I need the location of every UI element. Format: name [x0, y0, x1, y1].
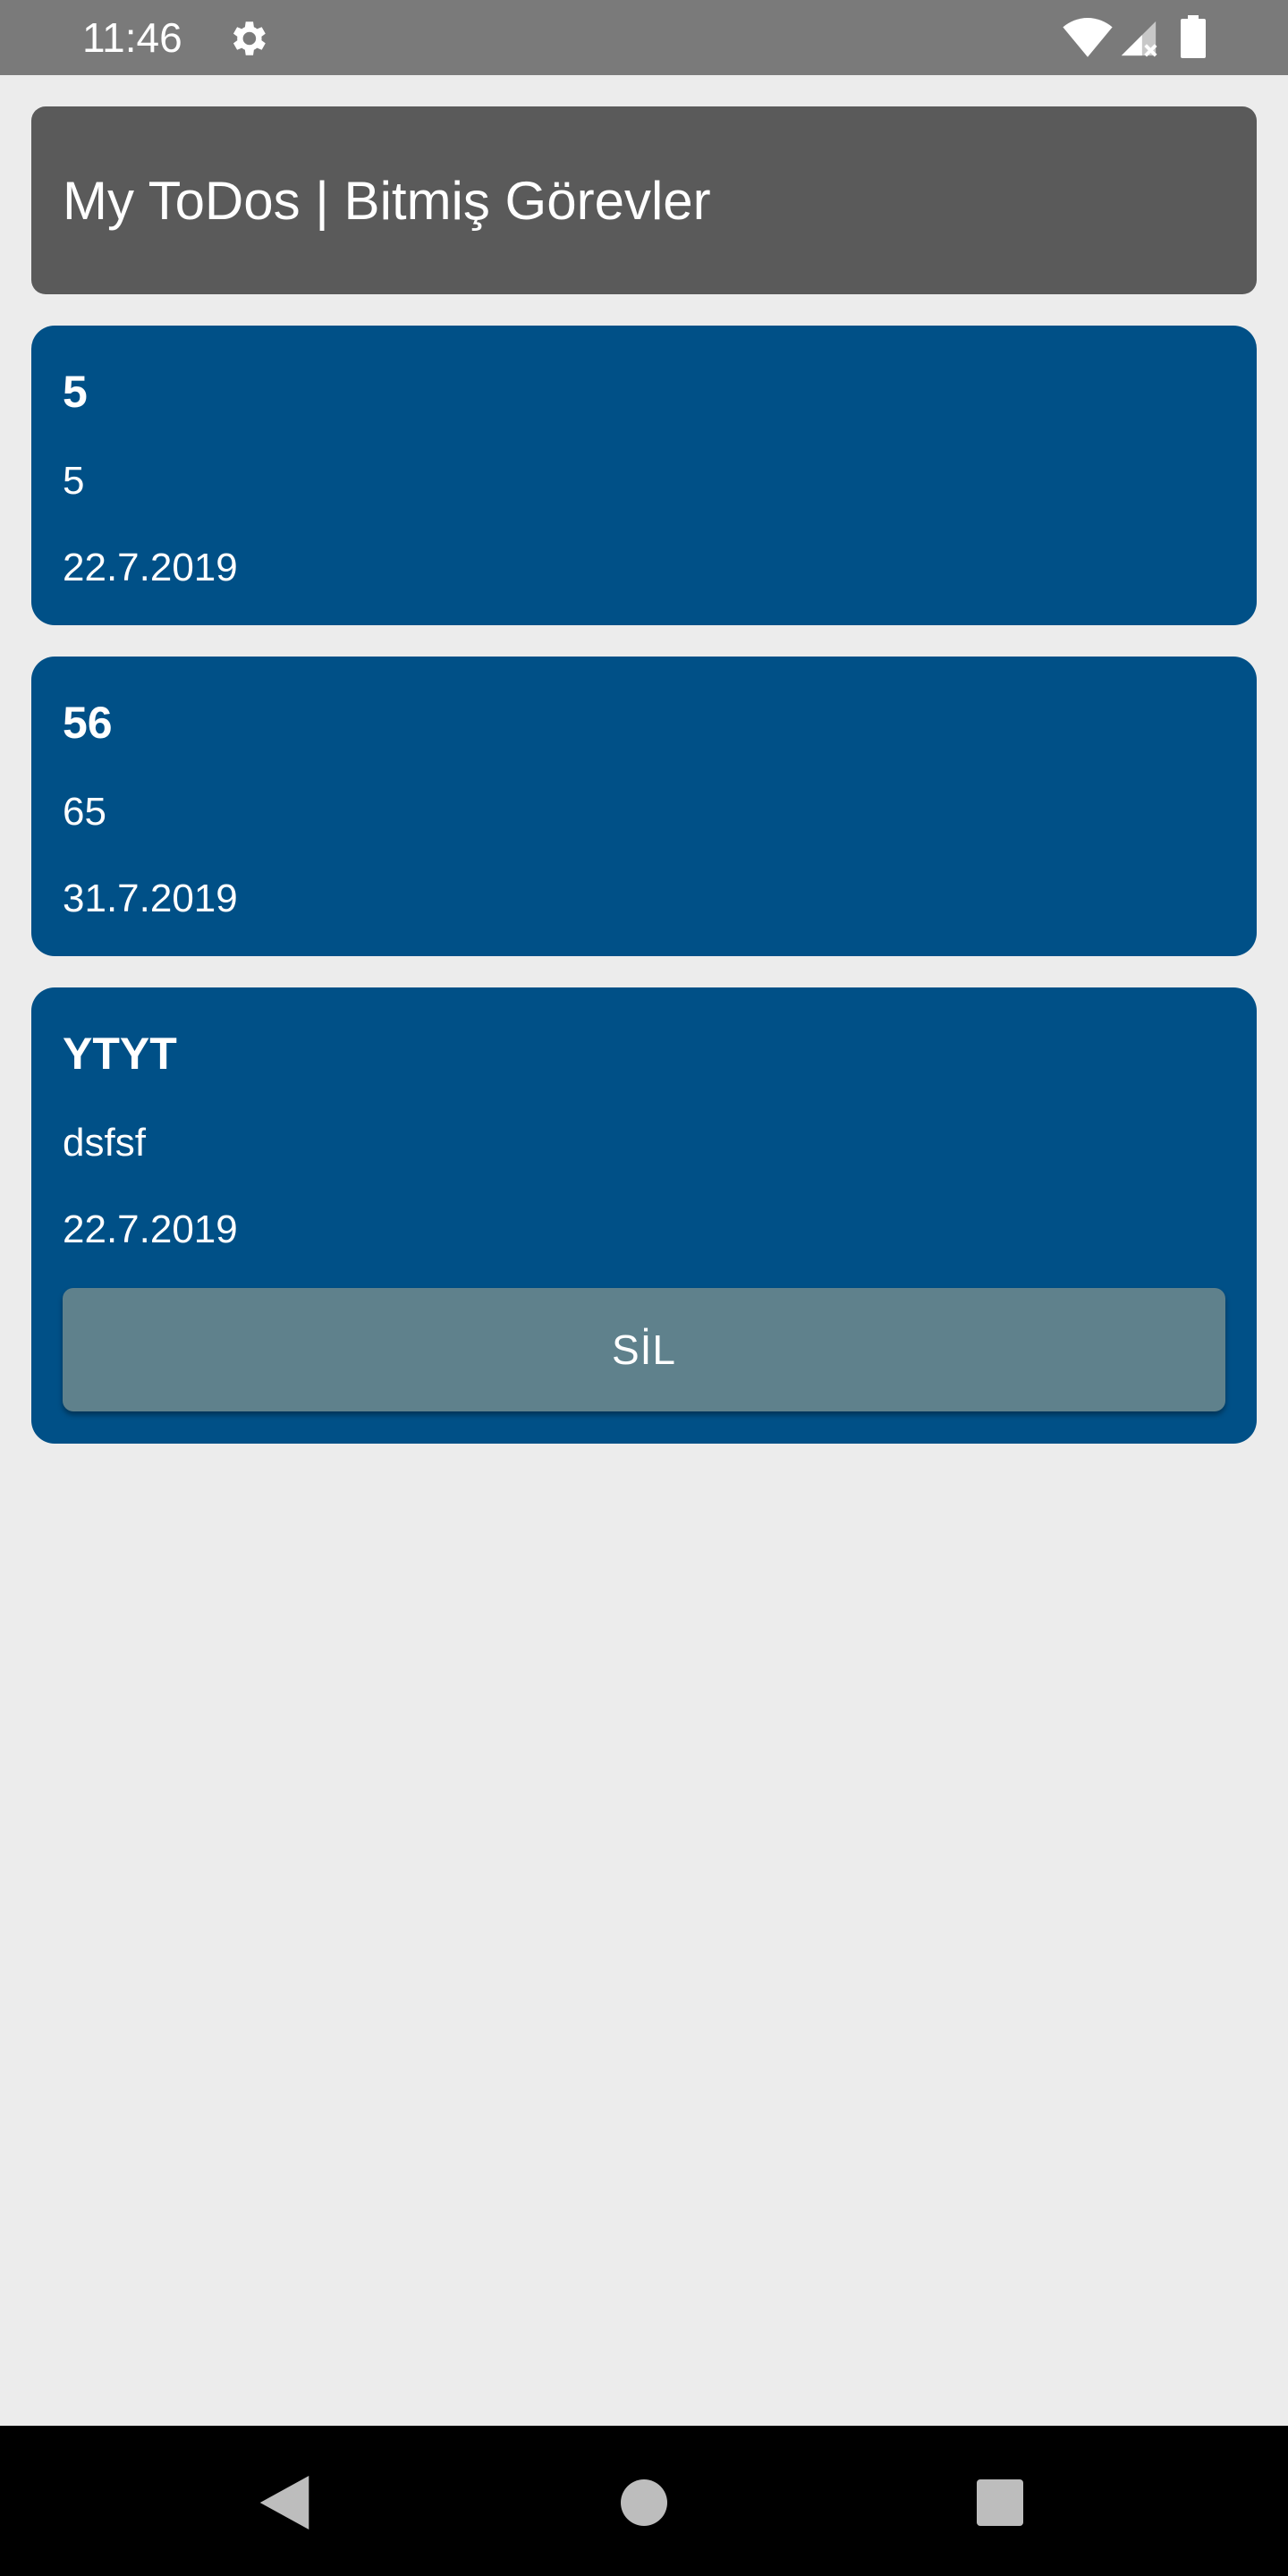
- gear-icon: [233, 21, 266, 55]
- wifi-icon: [1063, 18, 1113, 57]
- todo-description: 5: [63, 459, 85, 503]
- delete-button[interactable]: SİL: [63, 1288, 1225, 1411]
- home-icon[interactable]: [621, 2479, 667, 2526]
- todo-description: dsfsf: [63, 1121, 146, 1165]
- todo-date: 31.7.2019: [63, 877, 238, 920]
- todo-card[interactable]: 56 65 31.7.2019: [31, 657, 1257, 956]
- navigation-bar: [0, 2426, 1288, 2576]
- signal-icon: [1121, 21, 1157, 57]
- page-title: My ToDos | Bitmiş Görevler: [63, 170, 711, 231]
- battery-icon: [1181, 15, 1206, 58]
- todo-title: 56: [63, 698, 113, 748]
- todo-date: 22.7.2019: [63, 546, 238, 589]
- status-bar: 11:46: [0, 0, 1288, 75]
- todo-date: 22.7.2019: [63, 1208, 238, 1251]
- back-icon[interactable]: [259, 2476, 309, 2529]
- todo-card[interactable]: YTYT dsfsf 22.7.2019 SİL: [31, 987, 1257, 1444]
- todo-card[interactable]: 5 5 22.7.2019: [31, 326, 1257, 625]
- todo-title: 5: [63, 367, 88, 417]
- header-card: My ToDos | Bitmiş Görevler: [31, 106, 1257, 294]
- todo-description: 65: [63, 790, 106, 834]
- status-time: 11:46: [82, 14, 182, 61]
- todo-title: YTYT: [63, 1029, 177, 1079]
- screen: 11:46 My ToDos | Bitmiş Görevler 5 5 22.…: [0, 0, 1288, 2576]
- recents-icon[interactable]: [977, 2479, 1023, 2526]
